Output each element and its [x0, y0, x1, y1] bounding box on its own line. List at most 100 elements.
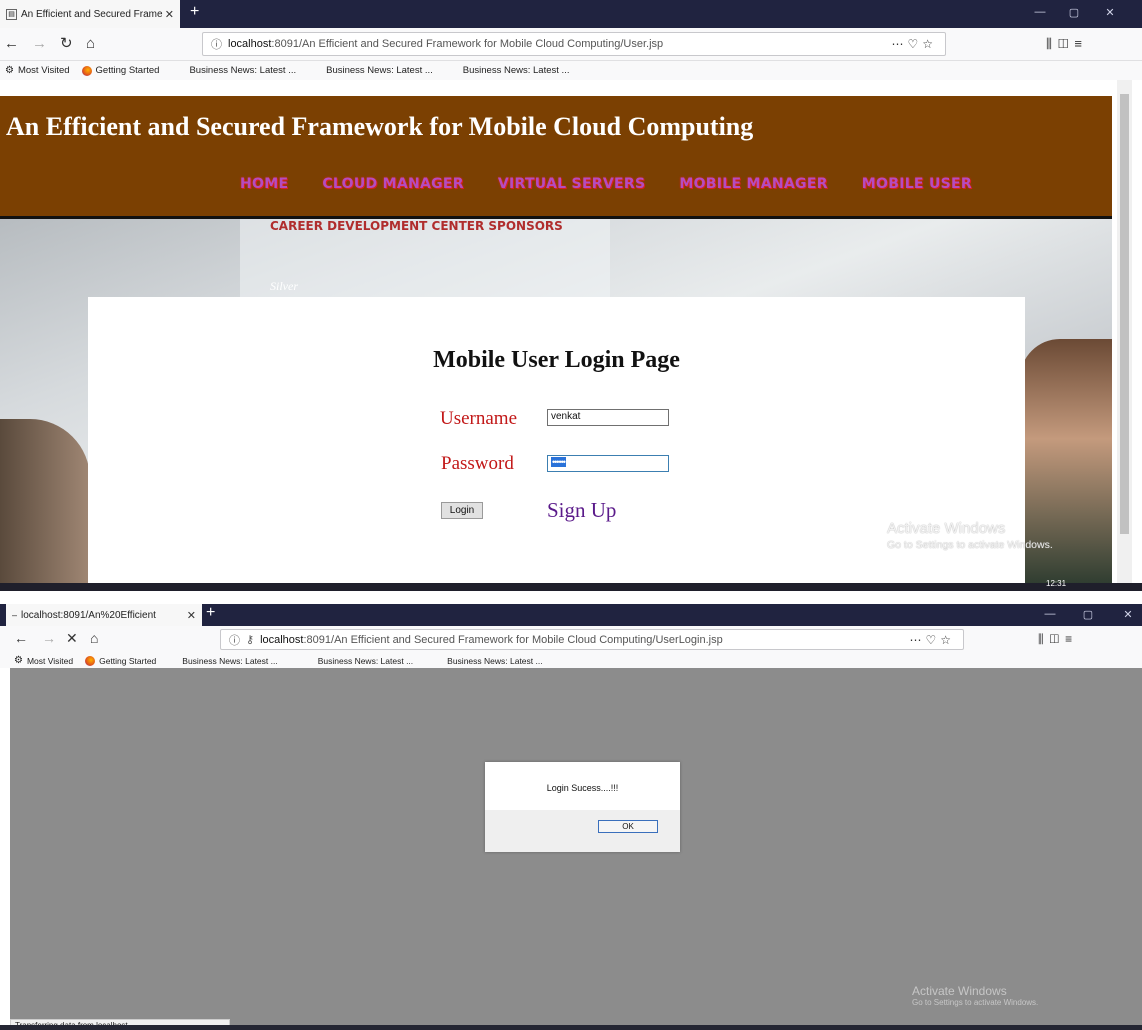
menu-icon[interactable]: ≡: [1074, 36, 1088, 51]
back-icon[interactable]: ←: [4, 36, 19, 51]
sponsor-tier-text: Silver: [270, 279, 298, 293]
menu-item-cloud-manager[interactable]: CLOUD MANAGER: [322, 176, 464, 192]
star-icon[interactable]: ☆: [940, 633, 955, 647]
browser-window-login-result: – localhost:8091/An%20Efficient ✕ + — ▢ …: [0, 604, 1142, 1030]
add-tab-icon[interactable]: +: [190, 3, 199, 21]
gear-icon: ⚙: [5, 65, 14, 76]
forward-icon[interactable]: →: [32, 36, 47, 51]
home-icon[interactable]: ⌂: [86, 36, 95, 51]
more-icon[interactable]: ⋯: [909, 633, 925, 647]
activate-windows-watermark-2: Activate Windows Go to Settings to activ…: [912, 984, 1039, 1007]
signup-link[interactable]: Sign Up: [547, 498, 616, 523]
bookmark-business-news-2[interactable]: Business News: Latest ...: [318, 656, 413, 666]
username-label: Username: [440, 408, 518, 429]
tab-bar: – localhost:8091/An%20Efficient ✕ + — ▢ …: [0, 604, 1142, 626]
page-favicon-icon: ▤: [6, 8, 17, 20]
reload-icon[interactable]: ↻: [60, 36, 73, 51]
sidebar-icon[interactable]: ◫: [1050, 632, 1066, 646]
bookmark-most-visited[interactable]: ⚙ Most Visited: [14, 655, 73, 666]
stop-icon[interactable]: ✕: [66, 631, 78, 645]
url-bar[interactable]: ⓘ ⚷ localhost:8091/An Efficient and Secu…: [220, 629, 964, 650]
bookmark-getting-started[interactable]: Getting Started: [85, 655, 156, 666]
url-text[interactable]: localhost:8091/An Efficient and Secured …: [260, 634, 723, 646]
scrollbar-thumb[interactable]: [1120, 94, 1129, 534]
nav-toolbar: ← → ↻ ⌂ ⓘ localhost:8091/An Efficient an…: [0, 28, 1142, 61]
password-field[interactable]: ••••••: [547, 455, 669, 472]
tab-active[interactable]: ▤ An Efficient and Secured Frame ✕: [0, 0, 180, 28]
pocket-icon[interactable]: ♡: [907, 37, 922, 51]
home-icon[interactable]: ⌂: [90, 631, 98, 645]
alert-footer: OK: [485, 810, 680, 852]
vertical-scrollbar[interactable]: [1117, 80, 1132, 583]
menu-icon[interactable]: ≡: [1065, 632, 1078, 646]
page-content: An Efficient and Secured Framework for M…: [0, 80, 1117, 583]
minimize-icon[interactable]: —: [1040, 608, 1060, 620]
site-title: An Efficient and Secured Framework for M…: [6, 112, 754, 141]
menu-item-mobile-manager[interactable]: MOBILE MANAGER: [679, 176, 827, 192]
gear-icon: ⚙: [14, 655, 23, 666]
username-field[interactable]: venkat: [547, 409, 669, 426]
taskbar-clock: 12:31: [1046, 579, 1067, 588]
url-bar[interactable]: ⓘ localhost:8091/An Efficient and Secure…: [202, 32, 946, 56]
info-icon[interactable]: ⓘ: [229, 632, 240, 648]
bookmark-most-visited[interactable]: ⚙ Most Visited: [5, 65, 70, 76]
login-button[interactable]: Login: [441, 502, 483, 519]
login-title: Mobile User Login Page: [433, 347, 680, 373]
firefox-icon: [81, 65, 92, 76]
bookmark-business-news-3[interactable]: Business News: Latest ...: [447, 656, 542, 666]
minimize-icon[interactable]: —: [1030, 6, 1050, 18]
star-icon[interactable]: ☆: [922, 37, 937, 51]
password-value: ••••••: [551, 457, 566, 467]
tab-title: An Efficient and Secured Frame: [21, 8, 163, 20]
sponsor-text: CAREER DEVELOPMENT CENTER SPONSORS: [270, 219, 563, 233]
browser-window-user-page: ▤ An Efficient and Secured Frame ✕ + — ▢…: [0, 0, 1142, 591]
close-tab-icon[interactable]: ✕: [165, 8, 174, 21]
maximize-icon[interactable]: ▢: [1078, 608, 1098, 621]
loading-icon: –: [12, 610, 18, 620]
page-overlay: Login Sucess....!!! OK: [10, 668, 1142, 1030]
close-window-icon[interactable]: ✕: [1100, 6, 1120, 19]
menu-item-mobile-user[interactable]: MOBILE USER: [862, 176, 972, 192]
tab-bar: ▤ An Efficient and Secured Frame ✕ + — ▢…: [0, 0, 1142, 28]
bookmarks-toolbar: ⚙ Most Visited Getting Started Business N…: [0, 61, 1142, 80]
close-tab-icon[interactable]: ✕: [187, 609, 196, 622]
firefox-icon: [85, 655, 96, 666]
alert-message: Login Sucess....!!!: [546, 783, 619, 793]
key-icon: ⚷: [246, 634, 255, 646]
more-icon[interactable]: ⋯: [891, 37, 907, 51]
pocket-icon[interactable]: ♡: [925, 633, 940, 647]
bookmark-getting-started[interactable]: Getting Started: [81, 65, 159, 76]
nav-toolbar: ← → ✕ ⌂ ⓘ ⚷ localhost:8091/An Efficient …: [0, 626, 1142, 654]
info-icon[interactable]: ⓘ: [211, 36, 222, 52]
tab-active[interactable]: – localhost:8091/An%20Efficient ✕: [6, 604, 202, 626]
bookmark-business-news-1[interactable]: Business News: Latest ...: [182, 656, 277, 666]
password-label: Password: [441, 453, 514, 474]
menu-item-home[interactable]: HOME: [240, 176, 288, 192]
back-icon[interactable]: ←: [14, 631, 28, 645]
windows-taskbar-2: [0, 1025, 1142, 1030]
url-actions: ⋯♡☆: [891, 37, 937, 51]
windows-taskbar: 12:31: [0, 579, 1142, 591]
bookmark-business-news-3[interactable]: Business News: Latest ...: [463, 65, 570, 76]
maximize-icon[interactable]: ▢: [1064, 6, 1084, 19]
tab-title: localhost:8091/An%20Efficient: [21, 609, 156, 621]
login-form: Mobile User Login Page Username venkat P…: [88, 297, 1025, 583]
library-icon[interactable]: ⫼: [1038, 632, 1050, 646]
activate-windows-watermark: Activate Windows Go to Settings to activ…: [887, 520, 1053, 551]
url-actions: ⋯♡☆: [909, 633, 955, 647]
close-window-icon[interactable]: ✕: [1118, 608, 1138, 621]
ok-button[interactable]: OK: [598, 820, 658, 833]
main-menu: HOME CLOUD MANAGER VIRTUAL SERVERS MOBIL…: [240, 176, 972, 192]
toolbar-right: ⫼◫≡: [1046, 36, 1088, 52]
library-icon[interactable]: ⫼: [1046, 36, 1058, 51]
toolbar-right: ⫼◫≡: [1038, 632, 1078, 647]
sidebar-icon[interactable]: ◫: [1058, 36, 1074, 51]
bookmark-business-news-2[interactable]: Business News: Latest ...: [326, 65, 433, 76]
bookmark-business-news-1[interactable]: Business News: Latest ...: [189, 65, 296, 76]
url-text[interactable]: localhost:8091/An Efficient and Secured …: [228, 38, 663, 50]
add-tab-icon[interactable]: +: [206, 604, 215, 622]
forward-icon[interactable]: →: [42, 631, 56, 645]
menu-item-virtual-servers[interactable]: VIRTUAL SERVERS: [498, 176, 646, 192]
site-header: An Efficient and Secured Framework for M…: [0, 96, 1112, 219]
photo-person-left: [0, 419, 90, 583]
